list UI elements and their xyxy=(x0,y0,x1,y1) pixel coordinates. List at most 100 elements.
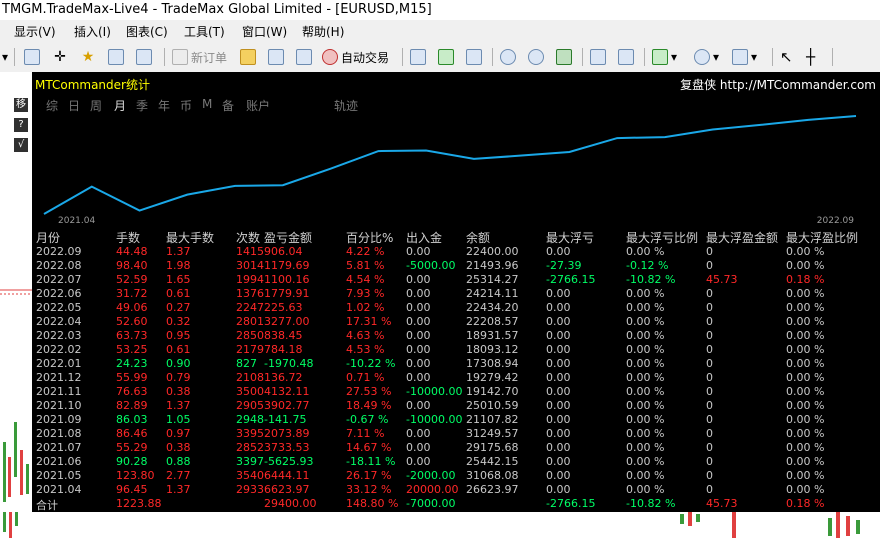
cell-col-2: 0.97 xyxy=(166,427,191,440)
navigator-button[interactable] xyxy=(108,46,127,68)
cell-col-2: 0.95 xyxy=(166,329,191,342)
cell-col-4: 6623.97 xyxy=(264,483,310,496)
site-label: 复盘侠 xyxy=(680,78,717,92)
table-row: 2022.01 24.23 0.90 827 -1970.48 -10.22 % 0.00 1… xyxy=(32,357,880,371)
zoom-in-button[interactable] xyxy=(500,46,519,68)
cell-col-2: 0.61 xyxy=(166,287,191,300)
cell-col-0: 2021.11 xyxy=(36,385,82,398)
templates-button[interactable]: ▾ xyxy=(732,46,757,68)
table-total-row: 合计 1223.88 29400.00 148.80 % -7000.00 -2766.1… xyxy=(32,497,880,512)
cell-col-2: 0.88 xyxy=(166,455,191,468)
menu-tools[interactable]: 工具(T) xyxy=(184,23,225,40)
line-chart-button[interactable] xyxy=(466,46,485,68)
cell-col-8: -2766.15 xyxy=(546,497,596,510)
cursor-button[interactable]: ↖ xyxy=(780,46,793,68)
cell-col-4: 1100.16 xyxy=(264,273,310,286)
auto-trading-button[interactable]: 自动交易 xyxy=(322,46,389,68)
bar-chart-button[interactable] xyxy=(410,46,429,68)
profiles-button[interactable] xyxy=(24,46,43,68)
cell-col-10: 0 xyxy=(706,441,713,454)
tile-windows-button[interactable] xyxy=(556,46,575,68)
cell-col-7: 26623.97 xyxy=(466,483,519,496)
tab-7[interactable]: M xyxy=(202,97,212,111)
cell-col-10: 0 xyxy=(706,483,713,496)
cell-col-10: 最大浮盈金额 xyxy=(706,231,779,245)
editor-icon xyxy=(240,49,256,65)
cell-col-11: 0.00 % xyxy=(786,287,825,300)
cell-col-7: 22434.20 xyxy=(466,301,519,314)
table-row: 2021.07 55.29 0.38 2852 3733.53 14.67 % 0.00 29… xyxy=(32,441,880,455)
crosshair-button[interactable]: ┼ xyxy=(806,46,815,68)
terminal-button[interactable] xyxy=(136,46,155,68)
cell-col-8: 0.00 xyxy=(546,427,571,440)
clock-icon xyxy=(694,49,710,65)
crosshair-tool-button[interactable]: ✛ xyxy=(52,46,71,68)
crosshair-icon: ✛ xyxy=(54,49,66,65)
cell-col-11: 0.00 % xyxy=(786,427,825,440)
menu-view[interactable]: 显示(V) xyxy=(14,23,56,40)
metaeditor-button[interactable] xyxy=(240,46,259,68)
menu-charts[interactable]: 图表(C) xyxy=(126,23,168,40)
terminal-icon xyxy=(136,49,152,65)
chart-shift-button[interactable] xyxy=(590,46,609,68)
cell-col-9: 0.00 % xyxy=(626,427,665,440)
table-row: 2022.06 31.72 0.61 1376 1779.91 7.93 % 0.00 242… xyxy=(32,287,880,301)
cell-col-1: 24.23 xyxy=(116,357,148,370)
cell-col-9: 0.00 % xyxy=(626,455,665,468)
cell-col-9: -0.12 % xyxy=(626,259,669,272)
cell-col-7: 18931.57 xyxy=(466,329,519,342)
cell-col-6: 0.00 xyxy=(406,287,431,300)
zoom-out-icon xyxy=(528,49,544,65)
panel-site[interactable]: 复盘侠 http://MTCommander.com xyxy=(680,76,876,93)
x-start-label: 2021.04 xyxy=(58,216,95,226)
cell-col-6: 0.00 xyxy=(406,441,431,454)
menu-help[interactable]: 帮助(H) xyxy=(302,23,344,40)
new-order-button[interactable]: 新订单 xyxy=(172,46,227,68)
zoom-out-button[interactable] xyxy=(528,46,547,68)
signals-button[interactable] xyxy=(296,46,315,68)
cell-col-5: 5.81 % xyxy=(346,259,385,272)
cell-col-3: 827 xyxy=(236,357,257,370)
cell-col-0: 合计 xyxy=(36,499,58,512)
dropdown-arrow-icon[interactable]: ▾ xyxy=(2,46,8,68)
cell-col-0: 2021.10 xyxy=(36,399,82,412)
candlestick-button[interactable] xyxy=(438,46,457,68)
cell-col-9: 0.00 % xyxy=(626,357,665,370)
cell-col-3: 2852 xyxy=(236,441,264,454)
cell-col-4: -141.75 xyxy=(264,413,307,426)
cell-col-7: 25442.15 xyxy=(466,455,519,468)
left-button-check[interactable]: √ xyxy=(14,138,28,152)
cell-col-4: 2073.89 xyxy=(264,427,310,440)
cell-col-4: 3277.00 xyxy=(264,315,310,328)
left-button-help[interactable]: ? xyxy=(14,118,28,132)
chart-background-bottom xyxy=(3,512,860,538)
cell-col-6: 0.00 xyxy=(406,427,431,440)
cell-col-2: 0.38 xyxy=(166,441,191,454)
menu-window[interactable]: 窗口(W) xyxy=(242,23,287,40)
table-row: 2022.04 52.60 0.32 2801 3277.00 17.31 % 0.00 22… xyxy=(32,315,880,329)
cell-col-2: 0.90 xyxy=(166,357,191,370)
cell-col-9: 0.00 % xyxy=(626,329,665,342)
favorites-button[interactable]: ★ xyxy=(80,46,99,68)
indicators-button[interactable]: ▾ xyxy=(652,46,677,68)
cell-col-2: 1.37 xyxy=(166,399,191,412)
cell-col-0: 2021.08 xyxy=(36,427,82,440)
auto-scroll-button[interactable] xyxy=(618,46,637,68)
cell-col-8: 0.00 xyxy=(546,455,571,468)
cell-col-3: 1376 xyxy=(236,287,264,300)
cell-col-8: 0.00 xyxy=(546,413,571,426)
cell-col-8: 0.00 xyxy=(546,357,571,370)
menu-insert[interactable]: 插入(I) xyxy=(74,23,111,40)
cell-col-0: 月份 xyxy=(36,231,61,245)
toolbar: ▾ ✛ ★ 新订单 自动交易 ▾ ▾ ▾ ↖ ┼ xyxy=(0,42,880,73)
cell-col-3: 2850 xyxy=(236,329,264,342)
cell-col-9: -10.82 % xyxy=(626,497,676,510)
history-button[interactable] xyxy=(268,46,287,68)
cell-col-6: -5000.00 xyxy=(406,259,456,272)
cell-col-5: 4.22 % xyxy=(346,245,385,258)
cell-col-5: -10.22 % xyxy=(346,357,396,370)
left-button-move[interactable]: 移 xyxy=(14,98,28,112)
cell-col-6: -10000.00 xyxy=(406,385,463,398)
indicators-icon xyxy=(652,49,668,65)
periods-button[interactable]: ▾ xyxy=(694,46,719,68)
